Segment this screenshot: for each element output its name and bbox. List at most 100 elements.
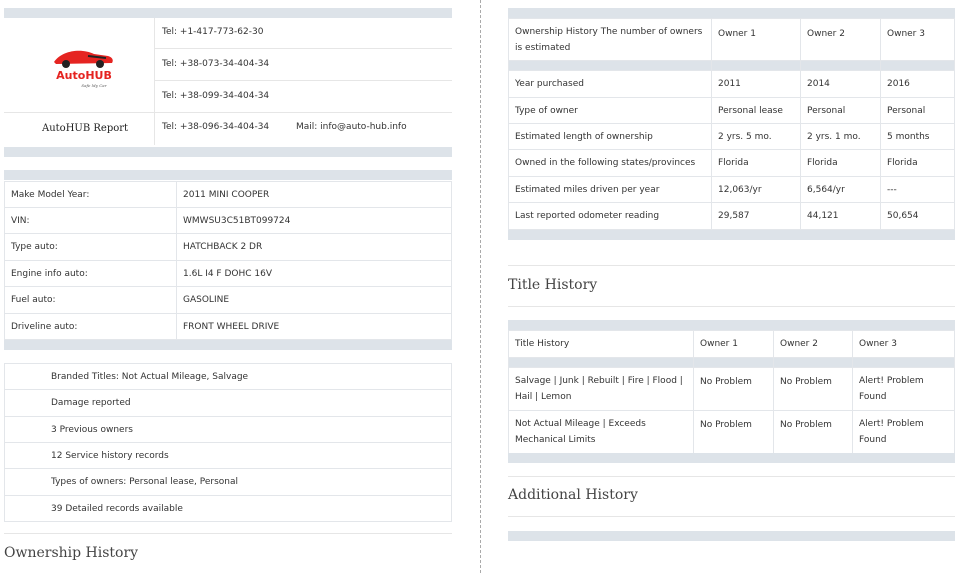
table-header-row: Ownership History The number of owners i… [508, 18, 955, 61]
row-label: Not Actual Mileage | Exceeds Mechanical … [508, 410, 694, 454]
owner-column-header: Owner 3 [852, 330, 955, 358]
list-item: Types of owners: Personal lease, Persona… [4, 468, 452, 496]
cell: Florida [711, 149, 801, 177]
cell: Personal lease [711, 97, 801, 124]
alert-cell: Alert! Problem Found [852, 410, 955, 454]
title-header-label: Title History [508, 330, 694, 358]
vehicle-label: Driveline auto: [4, 313, 177, 340]
section-bar [4, 8, 452, 18]
vehicle-value: HATCHBACK 2 DR [176, 233, 452, 261]
owner-column-header: Owner 1 [693, 330, 774, 358]
phone-1[interactable]: Tel: +1-417-773-62-30 [162, 27, 263, 37]
section-bar [508, 320, 955, 330]
vehicle-value: WMWSU3C51BT099724 [176, 207, 452, 234]
summary-item: Types of owners: Personal lease, Persona… [4, 468, 452, 496]
title-history-heading: Title History [508, 277, 598, 293]
table-row: Make Model Year: 2011 MINI COOPER [4, 181, 452, 208]
cell: No Problem [693, 367, 774, 411]
summary-item: 39 Detailed records available [4, 495, 452, 522]
list-item: Branded Titles: Not Actual Mileage, Salv… [4, 363, 452, 390]
row-label: Owned in the following states/provinces [508, 149, 712, 177]
row-label: Estimated length of ownership [508, 123, 712, 150]
phone-3[interactable]: Tel: +38-099-34-404-34 [162, 91, 269, 101]
vehicle-value: FRONT WHEEL DRIVE [176, 313, 452, 340]
table-row: Fuel auto: GASOLINE [4, 286, 452, 314]
phone-4[interactable]: Tel: +38-096-34-404-34 [162, 122, 269, 132]
row-label: Salvage | Junk | Rebuilt | Fire | Flood … [508, 367, 694, 411]
vehicle-value: 2011 MINI COOPER [176, 181, 452, 208]
section-bar [4, 340, 452, 350]
cell: Personal [880, 97, 955, 124]
vehicle-value: 1.6L I4 F DOHC 16V [176, 260, 452, 287]
summary-item: 3 Previous owners [4, 416, 452, 443]
table-row: Owned in the following states/provinces F… [508, 149, 955, 177]
table-row: Engine info auto: 1.6L I4 F DOHC 16V [4, 260, 452, 287]
vehicle-label: Type auto: [4, 233, 177, 261]
cell: 2016 [880, 70, 955, 98]
list-item: 39 Detailed records available [4, 495, 452, 522]
section-bar [4, 147, 452, 157]
row-label: Type of owner [508, 97, 712, 124]
section-bar [508, 8, 955, 18]
report-title: AutoHUB Report [42, 123, 129, 134]
logo-text: AutoHUB [56, 69, 112, 82]
list-item: 3 Previous owners [4, 416, 452, 443]
table-row: Estimated miles driven per year 12,063/yr… [508, 176, 955, 203]
row-label: Last reported odometer reading [508, 202, 712, 230]
cell: 6,564/yr [800, 176, 881, 203]
phone-2[interactable]: Tel: +38-073-34-404-34 [162, 59, 269, 69]
ownership-header-label: Ownership History The number of owners i… [508, 18, 712, 61]
page-divider [480, 0, 481, 573]
cell: No Problem [773, 367, 853, 411]
vehicle-value: GASOLINE [176, 286, 452, 314]
table-row: VIN: WMWSU3C51BT099724 [4, 207, 452, 234]
owner-column-header: Owner 2 [773, 330, 853, 358]
ownership-history-heading: Ownership History [4, 545, 139, 561]
vehicle-label: Make Model Year: [4, 181, 177, 208]
table-row: Salvage | Junk | Rebuilt | Fire | Flood … [508, 367, 955, 411]
vehicle-label: Engine info auto: [4, 260, 177, 287]
row-label: Year purchased [508, 70, 712, 98]
ownership-history-table: Ownership History The number of owners i… [508, 18, 955, 230]
owner-column-header: Owner 1 [711, 18, 801, 61]
table-row: Estimated length of ownership 2 yrs. 5 mo… [508, 123, 955, 150]
cell: 2 yrs. 5 mo. [711, 123, 801, 150]
cell: Florida [880, 149, 955, 177]
autohub-logo: AutoHUB Safe My Car [54, 50, 113, 88]
report-summary-list: Branded Titles: Not Actual Mileage, Salv… [4, 363, 452, 522]
summary-item: 12 Service history records [4, 442, 452, 469]
alert-cell: Alert! Problem Found [852, 367, 955, 411]
vehicle-label: Fuel auto: [4, 286, 177, 314]
vehicle-label: VIN: [4, 207, 177, 234]
cell: 29,587 [711, 202, 801, 230]
cell: 2011 [711, 70, 801, 98]
list-item: Damage reported [4, 389, 452, 417]
table-row: Not Actual Mileage | Exceeds Mechanical … [508, 410, 955, 454]
cell: 12,063/yr [711, 176, 801, 203]
report-header: AutoHUB Safe My Car AutoHUB Report Tel: … [4, 18, 452, 145]
cell: 2014 [800, 70, 881, 98]
summary-item: Damage reported [4, 389, 452, 417]
vehicle-info-table: Make Model Year: 2011 MINI COOPER VIN: WMW… [4, 181, 452, 340]
cell: 2 yrs. 1 mo. [800, 123, 881, 150]
section-bar [508, 60, 955, 71]
table-row: Type of owner Personal lease Personal Perso… [508, 97, 955, 124]
row-label: Estimated miles driven per year [508, 176, 712, 203]
cell: 50,654 [880, 202, 955, 230]
table-header-row: Title History Owner 1 Owner 2 Owner 3 [508, 330, 955, 358]
owner-column-header: Owner 2 [800, 18, 881, 61]
cell: No Problem [693, 410, 774, 454]
section-bar [508, 230, 955, 240]
cell: 5 months [880, 123, 955, 150]
owner-column-header: Owner 3 [880, 18, 955, 61]
cell: --- [880, 176, 955, 203]
section-bar [4, 170, 452, 180]
table-row: Driveline auto: FRONT WHEEL DRIVE [4, 313, 452, 340]
logo-tagline: Safe My Car [81, 83, 107, 88]
cell: 44,121 [800, 202, 881, 230]
cell: No Problem [773, 410, 853, 454]
summary-item: Branded Titles: Not Actual Mileage, Salv… [4, 363, 452, 390]
mail-link[interactable]: Mail: info@auto-hub.info [296, 122, 407, 132]
cell: Personal [800, 97, 881, 124]
list-item: 12 Service history records [4, 442, 452, 469]
